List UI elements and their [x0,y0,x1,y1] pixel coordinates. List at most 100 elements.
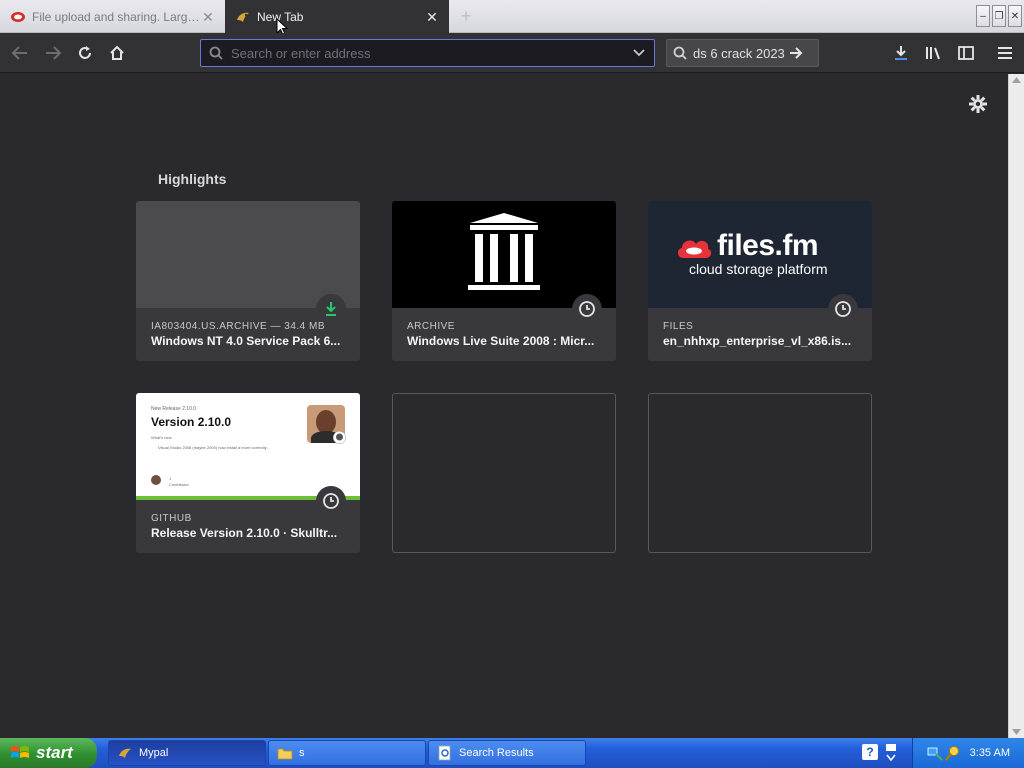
tab-title: File upload and sharing. Large fil... [32,9,201,24]
home-button[interactable] [103,39,131,67]
highlight-card[interactable]: IA803404.US.ARCHIVE — 34.4 MB Windows NT… [136,201,360,361]
task-label: s [299,747,305,759]
close-window-button[interactable]: ✕ [1008,5,1022,27]
chevron-down-icon[interactable] [632,48,646,58]
card-title: Release Version 2.10.0 · Skulltr... [151,526,338,540]
new-tab-plus-icon[interactable]: + [455,5,477,27]
new-tab-page: Highlights IA803404.US.ARCHIVE — 34.4 MB… [0,74,1008,738]
highlights-heading: Highlights [158,171,227,187]
clock-badge [316,486,346,516]
address-bar[interactable] [200,39,655,67]
windows-flag-icon [11,746,29,758]
highlight-card[interactable]: ARCHIVE Windows Live Suite 2008 : Micr..… [392,201,616,361]
card-thumbnail: files.fm cloud storage platform [648,201,872,308]
browser-window: File upload and sharing. Large fil... ✕ … [0,0,1024,768]
task-label: Mypal [139,747,169,759]
windows-taskbar: start Mypal s Search Results ? 3:35 AM [0,738,1024,768]
vertical-scrollbar[interactable] [1008,74,1024,738]
minimize-button[interactable]: ‒ [976,5,990,27]
help-icon[interactable]: ? [862,744,878,760]
search-results-icon [437,745,453,761]
card-source: GITHUB [151,513,192,524]
preview-contributor-label: Contributor [169,482,189,487]
go-arrow-icon[interactable] [788,46,804,60]
start-button[interactable]: start [0,738,97,768]
back-button[interactable] [6,39,34,67]
clock-icon [835,301,851,317]
search-input[interactable] [693,45,788,61]
download-icon [895,46,907,60]
download-icon [326,302,336,316]
taskbar-item-search-results[interactable]: Search Results [428,740,586,766]
reload-icon [79,46,91,59]
card-thumbnail: New Release 2.10.0 Version 2.10.0 What's… [136,393,360,500]
preview-bullet: Visual Studio 2008 (maybe 2005) now inst… [158,445,270,450]
tab-close-icon[interactable]: ✕ [425,10,439,24]
cloud-logo-icon [677,240,712,258]
card-source: ARCHIVE [407,321,455,332]
sidebar-icon [958,46,974,60]
github-icon [333,431,346,444]
network-tray-icon[interactable] [927,745,943,761]
gear-icon[interactable] [968,94,988,114]
library-icon [926,47,940,60]
files-fm-tagline: cloud storage platform [689,261,828,277]
start-label: start [36,743,73,762]
mypal-favicon-icon [235,9,251,25]
folder-icon [277,745,293,761]
preview-whats-new: What's new [151,435,172,440]
highlight-card[interactable]: files.fm cloud storage platform FILES en… [648,201,872,361]
avatar [151,475,161,485]
highlight-card[interactable]: New Release 2.10.0 Version 2.10.0 What's… [136,393,360,553]
forward-button[interactable] [39,39,67,67]
forward-arrow-icon [46,46,62,60]
search-icon [209,46,223,60]
back-arrow-icon [11,46,27,60]
taskbar-item-mypal[interactable]: Mypal [108,740,266,766]
tab-new-tab[interactable]: New Tab ✕ [225,0,449,33]
clock-icon [323,493,339,509]
menu-button[interactable] [991,39,1019,67]
search-icon [673,46,687,60]
card-title: en_nhhxp_enterprise_vl_x86.is... [663,334,852,348]
download-badge [316,294,346,324]
scroll-down-arrow-icon[interactable] [1012,729,1021,735]
downloads-button[interactable] [887,39,915,67]
sidebar-toggle-button[interactable] [952,39,980,67]
search-tray-icon[interactable] [945,745,961,761]
card-source: FILES [663,321,694,332]
mypal-favicon-icon [117,745,133,761]
home-icon [110,45,124,60]
reload-button[interactable] [71,39,99,67]
search-bar[interactable] [666,39,819,67]
taskbar-item-folder[interactable]: s [268,740,426,766]
address-input[interactable] [231,45,632,61]
files-fm-logo-text: files.fm [717,229,819,262]
task-label: Search Results [459,747,534,759]
preview-release-label: New Release 2.10.0 [151,406,197,412]
language-bar-icon[interactable] [884,743,898,763]
tab-strip: File upload and sharing. Large fil... ✕ … [0,0,1024,36]
tab-file-upload[interactable]: File upload and sharing. Large fil... ✕ [0,0,225,33]
scroll-up-arrow-icon[interactable] [1012,77,1021,83]
clock-badge [572,294,602,324]
system-tray: 3:35 AM [912,738,1024,768]
clock-icon [579,301,595,317]
archive-building-logo-icon [468,213,540,290]
tab-close-icon[interactable]: ✕ [201,10,215,24]
preview-contributor-count: 1 [169,476,172,481]
preview-version-heading: Version 2.10.0 [151,415,232,429]
empty-highlight-slot [648,393,872,553]
card-title: Windows NT 4.0 Service Pack 6... [151,334,341,348]
card-thumbnail [392,201,616,308]
card-thumbnail [136,201,360,308]
hamburger-menu-icon [998,47,1012,59]
filesfm-favicon-icon [10,9,26,25]
card-source: IA803404.US.ARCHIVE — 34.4 MB [151,321,326,332]
card-title: Windows Live Suite 2008 : Micr... [407,334,595,348]
empty-highlight-slot [392,393,616,553]
clock[interactable]: 3:35 AM [970,747,1010,759]
restore-button[interactable]: ❐ [992,5,1006,27]
library-button[interactable] [920,39,948,67]
clock-badge [828,294,858,324]
